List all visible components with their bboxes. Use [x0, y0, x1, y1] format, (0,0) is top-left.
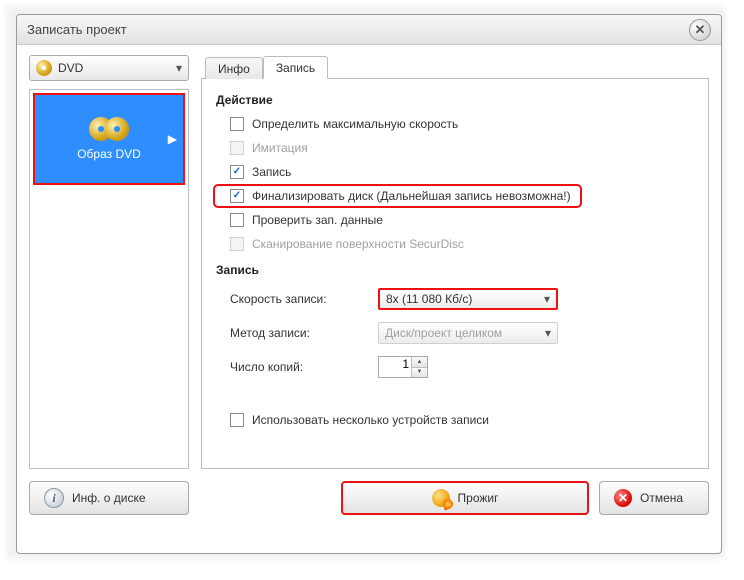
disc-icon [36, 60, 52, 76]
checkbox-label: Запись [252, 165, 291, 179]
button-label: Прожиг [458, 491, 499, 505]
dialog-window: Записать проект ✕ DVD ▾ Образ DVD [16, 14, 722, 554]
section-record-heading: Запись [216, 263, 694, 277]
checkbox-label: Проверить зап. данные [252, 213, 383, 227]
tab-page-record: Действие Определить максимальную скорост… [201, 79, 709, 469]
tab-info[interactable]: Инфо [205, 57, 263, 79]
copies-input[interactable]: 1 ▲ ▼ [378, 356, 428, 378]
speed-select[interactable]: 8x (11 080 Кб/с) ▾ [378, 288, 558, 310]
checkbox-max-speed[interactable] [230, 117, 244, 131]
footer: i Инф. о диске Прожиг ✕ Отмена [29, 475, 709, 515]
stepper-up-icon[interactable]: ▲ [411, 357, 427, 368]
method-label: Метод записи: [230, 326, 370, 340]
checkbox-label: Определить максимальную скорость [252, 117, 458, 131]
checkbox-label: Использовать несколько устройств записи [252, 413, 489, 427]
sidebar-panel: Образ DVD ▶ [29, 89, 189, 469]
copies-value: 1 [402, 357, 409, 371]
section-action-heading: Действие [216, 93, 694, 107]
tab-record[interactable]: Запись [263, 56, 328, 79]
speed-value: 8x (11 080 Кб/с) [386, 292, 472, 306]
checkbox-securdisc [230, 237, 244, 251]
checkbox-label: Имитация [252, 141, 308, 155]
chevron-down-icon: ▾ [176, 61, 182, 75]
drive-select[interactable]: DVD ▾ [29, 55, 189, 81]
sidebar-item-dvd-image[interactable]: Образ DVD ▶ [35, 95, 183, 183]
disc-icon [89, 117, 129, 141]
copies-label: Число копий: [230, 360, 370, 374]
checkbox-label: Сканирование поверхности SecurDisc [252, 237, 464, 251]
checkbox-multi-device[interactable] [230, 413, 244, 427]
stepper-down-icon[interactable]: ▼ [411, 368, 427, 378]
speed-label: Скорость записи: [230, 292, 370, 306]
chevron-right-icon: ▶ [168, 132, 177, 146]
button-label: Отмена [640, 491, 683, 505]
info-icon: i [44, 488, 64, 508]
close-icon[interactable]: ✕ [689, 19, 711, 41]
chevron-down-icon: ▾ [545, 326, 551, 340]
window-title: Записать проект [27, 22, 689, 37]
checkbox-verify[interactable] [230, 213, 244, 227]
cancel-icon: ✕ [614, 489, 632, 507]
burn-icon [432, 489, 450, 507]
checkbox-simulation [230, 141, 244, 155]
method-value: Диск/проект целиком [385, 326, 502, 340]
disc-info-button[interactable]: i Инф. о диске [29, 481, 189, 515]
tab-bar: Инфо Запись [201, 55, 709, 79]
drive-label: DVD [58, 61, 176, 75]
chevron-down-icon: ▾ [544, 292, 550, 306]
checkbox-write[interactable] [230, 165, 244, 179]
sidebar-item-label: Образ DVD [77, 147, 141, 161]
method-select: Диск/проект целиком ▾ [378, 322, 558, 344]
checkbox-finalize[interactable] [230, 189, 244, 203]
checkbox-label: Финализировать диск (Дальнейшая запись н… [252, 189, 571, 203]
cancel-button[interactable]: ✕ Отмена [599, 481, 709, 515]
burn-button[interactable]: Прожиг [341, 481, 589, 515]
button-label: Инф. о диске [72, 491, 146, 505]
titlebar: Записать проект ✕ [17, 15, 721, 45]
